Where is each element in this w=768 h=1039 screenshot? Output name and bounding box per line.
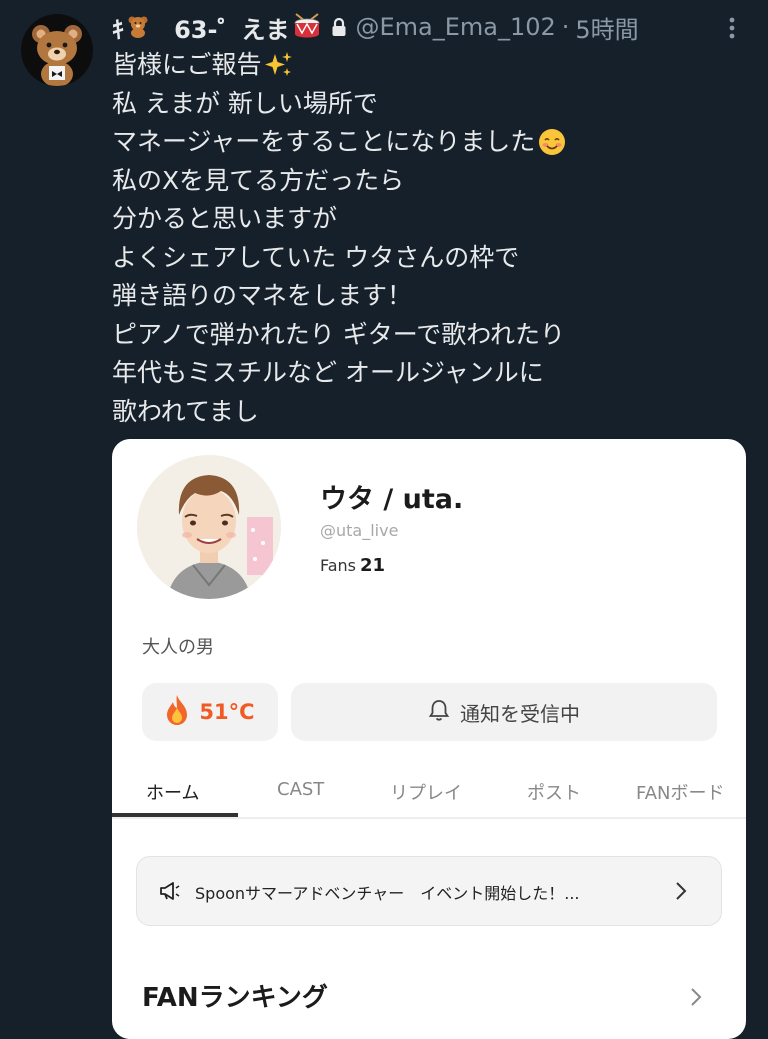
megaphone-icon (159, 881, 181, 905)
tweet-line: 皆様にご報告 (112, 46, 732, 85)
tab-replay[interactable]: リプレイ (390, 779, 462, 805)
tweet-line: 分かると思いますが (112, 204, 338, 233)
bell-icon (428, 698, 450, 726)
tweet-text: 皆様にご報告 私 えまが 新しい場所で マネージャーをすることになりました 私の… (112, 46, 732, 431)
chevron-right-icon (673, 879, 689, 907)
tweet-line: よくシェアしていた ウタさんの枠で (112, 242, 520, 272)
tweet-line: 年代もミスチルなど オールジャンルに (112, 358, 544, 387)
event-banner[interactable]: Spoonサマーアドベンチャー イベント開始した！... (136, 856, 722, 926)
active-tab-indicator (112, 813, 238, 817)
profile-handle: @uta_live (320, 521, 399, 540)
tab-cast[interactable]: CAST (277, 779, 324, 800)
lock-icon (331, 17, 347, 37)
event-banner-text: Spoonサマーアドベンチャー イベント開始した！... (195, 884, 580, 903)
more-options-icon[interactable] (722, 14, 742, 42)
tab-home[interactable]: ホーム (146, 779, 199, 805)
fans-label: Fans (320, 556, 357, 575)
author-handle[interactable]: @Ema_Ema_102 (355, 13, 555, 41)
profile-bio: 大人の男 (142, 637, 214, 658)
fans-count: 21 (360, 555, 386, 576)
profile-tabs: ホーム CAST リプレイ ポスト FANボード (112, 769, 746, 819)
temperature-badge: 51°C (142, 683, 278, 741)
flame-icon (165, 694, 189, 730)
sparkles-emoji-icon (264, 50, 294, 80)
smiling-face-emoji-icon (537, 127, 567, 157)
author-display-name[interactable]: ｷ ㅤ63-゜えま (112, 10, 325, 45)
drum-emoji-icon (292, 12, 322, 38)
tab-fanboard[interactable]: FANボード (636, 779, 724, 805)
tweet-line: ピアノで弾かれたり ギターで歌われたり (112, 319, 565, 349)
tweet-line: 弾き語りのマネをします！ (112, 281, 413, 310)
tweet-header: ｷ ㅤ63-゜えま @Ema_Ema_102 · 5時間 (112, 10, 639, 44)
notification-button[interactable]: 通知を受信中 (291, 683, 717, 741)
header-separator: · (561, 13, 570, 41)
teddy-bear-emoji-icon (127, 14, 149, 38)
attached-image-card[interactable]: ウタ / uta. @uta_live Fans 21 大人の男 51°C 通知を… (112, 439, 746, 1039)
tab-post[interactable]: ポスト (527, 779, 581, 805)
profile-name: ウタ / uta. (320, 484, 464, 515)
tweet-line: 私のXを見てる方だったら (112, 165, 405, 195)
temperature-value: 51°C (199, 700, 255, 724)
teddy-bear-icon (32, 25, 82, 86)
tweet-timestamp[interactable]: 5時間 (575, 10, 638, 45)
chevron-right-icon[interactable] (688, 985, 704, 1013)
fans-count-row: Fans 21 (320, 555, 385, 576)
fan-ranking-title: FANランキング (142, 983, 328, 1013)
tweet-line: 歌われてまし (112, 396, 259, 426)
tweet-line: 私 えまが 新しい場所で (112, 88, 378, 118)
notification-label: 通知を受信中 (460, 701, 580, 726)
tweet-line: マネージャーをすることになりました (112, 123, 732, 162)
author-avatar[interactable] (21, 14, 93, 86)
profile-photo (137, 455, 281, 599)
